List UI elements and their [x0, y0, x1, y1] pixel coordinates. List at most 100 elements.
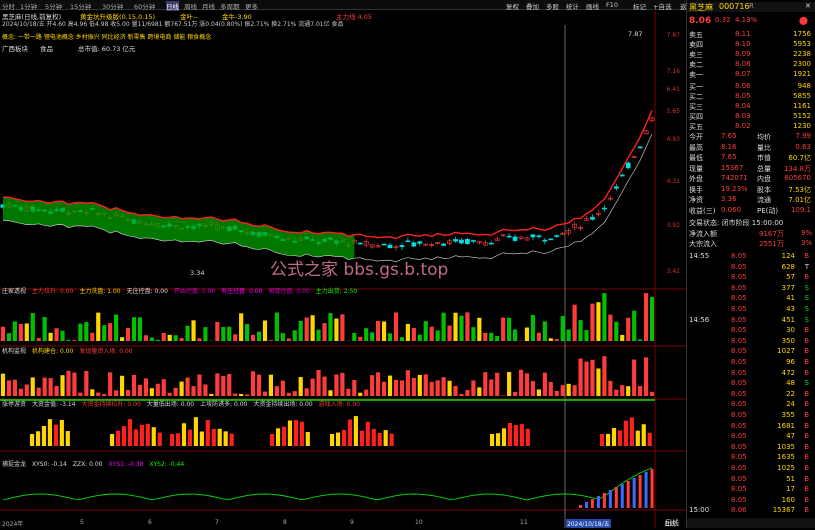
menu-item-5[interactable]: F10	[606, 1, 618, 9]
tick-row: 8.0551B	[687, 475, 815, 483]
institution-bar	[573, 385, 577, 396]
ask-row: 卖一8.071921	[687, 70, 815, 78]
bottom-tab[interactable]: 日线	[687, 518, 815, 528]
hot-money-bar	[128, 419, 132, 446]
hot-money-bar	[36, 431, 40, 446]
institution-bar	[257, 375, 261, 396]
volume-bar	[573, 305, 577, 341]
institution-bar	[126, 390, 130, 396]
tick-price: 8.05	[731, 422, 747, 430]
hot-money-bar	[48, 419, 52, 446]
hot-money-bar	[372, 429, 376, 446]
hot-money-bar	[140, 425, 144, 446]
tick-volume: 628	[782, 263, 795, 271]
tick-price: 8.05	[731, 326, 747, 334]
volume-bar	[531, 315, 535, 341]
tick-row: 8.051027B	[687, 347, 815, 355]
close-icon[interactable]: ✕	[805, 2, 811, 10]
hot-money-bar	[170, 434, 174, 446]
institution-bar	[531, 381, 535, 396]
institution-bar	[1, 374, 5, 396]
volume-bar	[596, 302, 600, 341]
panel-name[interactable]: 涨停游资	[2, 401, 26, 408]
institution-bar	[19, 389, 23, 396]
price-axis-tick: 4.93	[667, 136, 680, 143]
bottom-tab-label[interactable]: 日线	[665, 518, 679, 528]
chart-area[interactable]: 黑芝麻(日线,前复权) 黄金坑升级版(0.15,0.15) 金叶-- 金牛-3.…	[0, 10, 686, 528]
hot-money-bar	[42, 426, 46, 446]
hot-money-bar	[206, 420, 210, 446]
volume-bar	[84, 322, 88, 341]
volume-bar	[578, 320, 582, 341]
hot-money-bar	[294, 420, 298, 446]
ask-label: 卖一	[689, 70, 703, 80]
candle-body	[614, 187, 618, 189]
volume-bar	[191, 320, 195, 341]
volume-bar	[251, 335, 255, 341]
tick-price: 8.05	[731, 443, 747, 451]
bid-label: 买一	[689, 82, 703, 92]
candle-body	[543, 240, 547, 241]
panel-indicator: 大资金持续拉升: 0.00	[81, 401, 140, 408]
tick-volume: 355	[782, 411, 795, 419]
expand-icon[interactable]: ⬤	[799, 16, 808, 25]
volume-bar	[25, 323, 29, 341]
tick-side: S	[805, 284, 809, 292]
tick-side: B	[804, 326, 809, 334]
panel-name[interactable]: 庄家透视	[2, 288, 26, 295]
ask-row: 卖三8.092238	[687, 50, 815, 58]
stat-label: PE(动)	[757, 206, 778, 216]
institution-bar	[84, 371, 88, 396]
hot-money-bar	[502, 428, 506, 446]
ask-row: 卖四8.105953	[687, 40, 815, 48]
candle-body	[453, 239, 457, 241]
price-axis-tick: 6.41	[667, 86, 680, 93]
hot-money-bar	[54, 425, 58, 446]
hot-money-bar	[600, 434, 604, 446]
volume-bar	[144, 335, 148, 341]
price-axis-tick: 5.65	[667, 108, 680, 115]
ask-label: 卖二	[689, 60, 703, 70]
volume-bar	[43, 317, 47, 341]
volume-bar	[388, 333, 392, 341]
volume-bar	[215, 322, 219, 341]
volume-bar	[471, 327, 475, 341]
panel-header-3: 捕捉金龙XYS0: -0.14ZZX: 0.00XYS1: -0.38XYS2:…	[2, 459, 190, 468]
tick-row: 14:568.05451S	[687, 316, 815, 324]
hot-money-bar	[152, 427, 156, 446]
panel-indicator: XYS0: -0.14	[32, 461, 67, 468]
industry-label: 食品	[40, 43, 53, 53]
volume-bar	[90, 333, 94, 341]
tick-price: 8.05	[731, 273, 747, 281]
institution-bar	[382, 382, 386, 396]
tick-time: 15:00	[689, 506, 709, 514]
stat-label: 现量	[689, 164, 703, 174]
panel-name[interactable]: 捕捉金龙	[2, 461, 26, 468]
institution-bar	[108, 372, 112, 396]
stat-row: 最低7.65市值60.7亿	[687, 153, 815, 161]
hot-money-bar	[496, 433, 500, 446]
dragon-bar	[639, 475, 642, 508]
panel-name[interactable]: 机构监视	[2, 348, 26, 355]
tick-side: B	[804, 453, 809, 461]
institution-bar	[197, 375, 201, 396]
hot-money-bar	[348, 420, 352, 446]
candle-body	[400, 245, 404, 246]
institution-bar	[311, 379, 315, 396]
tick-row: 8.0530B	[687, 326, 815, 334]
volume-bar	[7, 333, 11, 341]
institution-bar	[376, 372, 380, 396]
hot-money-bar	[642, 424, 646, 446]
institution-bar	[620, 385, 624, 396]
stat-row: 净资3.36流通7.01亿	[687, 195, 815, 203]
institution-bar	[209, 394, 213, 396]
hot-money-bar	[146, 424, 150, 446]
institution-bar	[626, 386, 630, 396]
volume-bar	[501, 318, 505, 341]
volume-bar	[525, 328, 529, 341]
volume-bar	[132, 317, 136, 341]
ask-label: 卖三	[689, 50, 703, 60]
volume-bar	[233, 334, 237, 341]
volume-bar	[102, 325, 106, 341]
date-axis-tick: 8	[283, 519, 287, 526]
